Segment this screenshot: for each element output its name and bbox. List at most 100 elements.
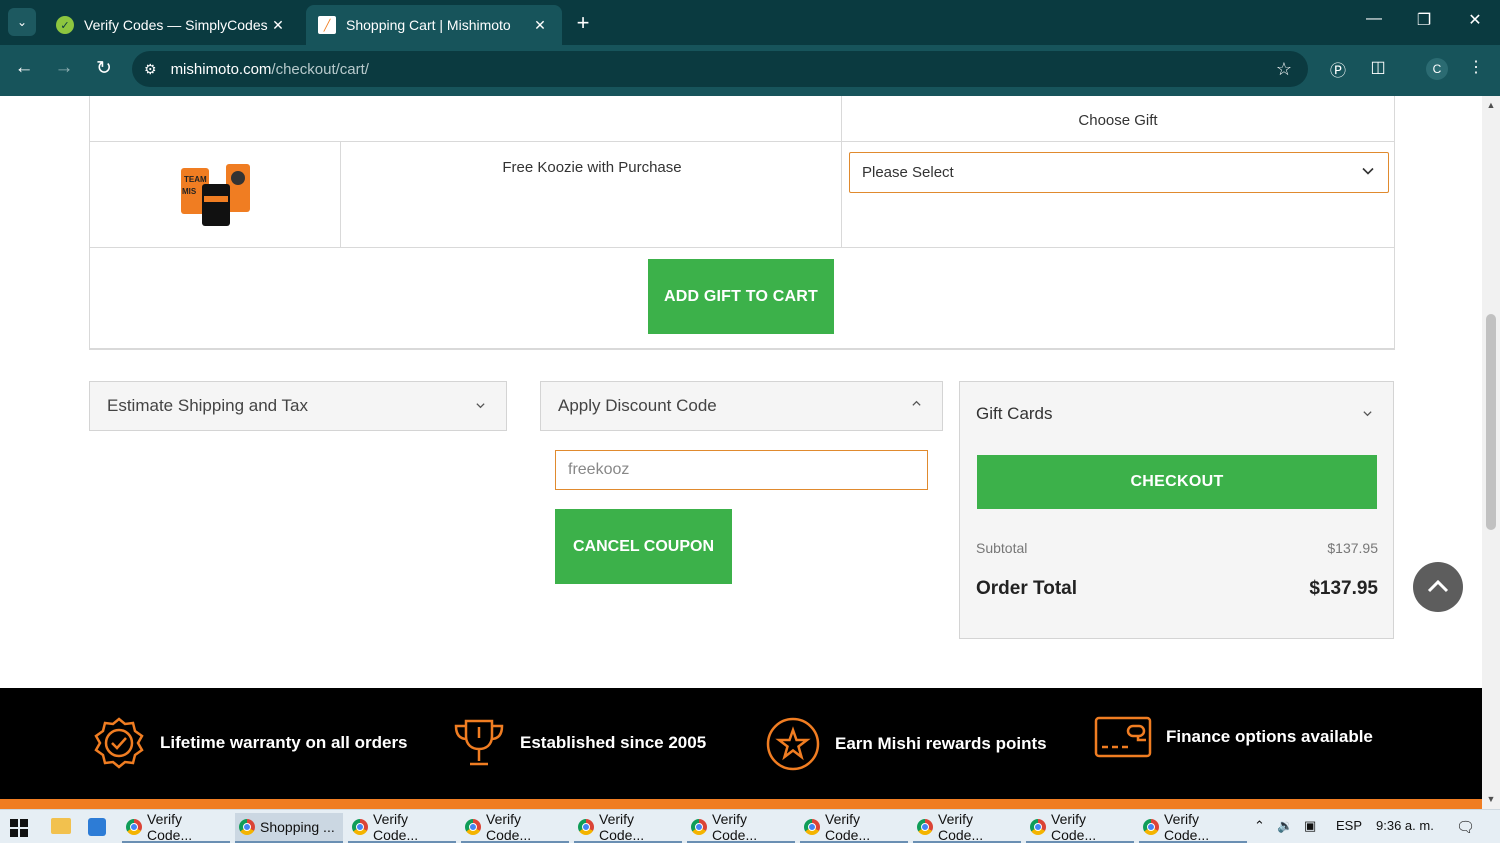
koozie-product-image: TEAM MIS xyxy=(181,164,250,226)
taskbar-app-label: Verify Code... xyxy=(825,811,871,843)
profile-avatar[interactable]: C xyxy=(1426,58,1448,80)
card-icon xyxy=(1094,716,1152,758)
taskbar-app-chrome[interactable]: Verify Code... xyxy=(687,811,795,843)
taskbar-app-chrome[interactable]: Verify Code... xyxy=(461,811,569,843)
order-total-value: $137.95 xyxy=(1309,578,1378,599)
checkout-button[interactable]: CHECKOUT xyxy=(977,455,1377,509)
chrome-icon xyxy=(917,819,933,835)
tab-title: Verify Codes — SimplyCodes xyxy=(84,17,268,33)
cancel-coupon-button[interactable]: CANCEL COUPON xyxy=(555,509,732,584)
subtotal-value: $137.95 xyxy=(1327,540,1378,556)
tab-shopping-cart[interactable]: ╱ Shopping Cart | Mishimoto ✕ xyxy=(306,5,562,45)
taskbar-app-label: Verify Code... xyxy=(712,811,758,843)
taskbar-app-chrome[interactable]: Verify Code... xyxy=(913,811,1021,843)
taskbar-app-label: Verify Code... xyxy=(486,811,532,843)
url-path: /checkout/cart/ xyxy=(271,60,369,78)
chrome-icon xyxy=(239,819,255,835)
table-divider xyxy=(90,247,1394,248)
forward-arrow-icon[interactable]: → xyxy=(50,57,78,79)
simplycodes-favicon-icon: ✓ xyxy=(56,16,74,34)
url-host: mishimoto.com xyxy=(170,60,272,78)
feature-rewards: Earn Mishi rewards points xyxy=(765,716,1047,772)
taskbar-app-chrome[interactable]: Verify Code... xyxy=(122,811,230,843)
clock[interactable]: 9:36 a. m. xyxy=(1376,818,1434,833)
window-close-icon[interactable]: ✕ xyxy=(1455,10,1495,30)
chevron-down-icon[interactable] xyxy=(1362,408,1373,419)
bookmark-star-icon[interactable]: ☆ xyxy=(1276,59,1292,80)
taskbar-app-chrome[interactable]: Shopping ... xyxy=(235,813,343,843)
discount-code-input[interactable] xyxy=(555,450,928,490)
chevron-up-icon xyxy=(912,400,921,406)
chevron-up-icon xyxy=(1427,579,1449,593)
gift-product-name: Free Koozie with Purchase xyxy=(502,159,682,176)
gift-cards-toggle[interactable]: Gift Cards xyxy=(976,404,1053,424)
taskbar-app-label: Verify Code... xyxy=(938,811,984,843)
add-gift-to-cart-button[interactable]: ADD GIFT TO CART xyxy=(648,259,834,334)
taskbar-app-chrome[interactable]: Verify Code... xyxy=(1026,811,1134,843)
chrome-icon xyxy=(804,819,820,835)
svg-text:MIS: MIS xyxy=(182,187,197,196)
taskbar-app-label: Verify Code... xyxy=(599,811,645,843)
page-scrollbar[interactable]: ▲ ▼ xyxy=(1482,96,1500,809)
feature-label: Earn Mishi rewards points xyxy=(835,734,1047,753)
site-settings-icon[interactable]: ⚙ xyxy=(144,61,157,78)
language-indicator[interactable]: ESP xyxy=(1336,818,1362,833)
apply-discount-label: Apply Discount Code xyxy=(558,396,717,415)
tray-overflow-icon[interactable]: ⌃ xyxy=(1254,818,1265,834)
footer-features: Lifetime warranty on all orders Establis… xyxy=(0,688,1482,809)
new-tab-icon[interactable]: + xyxy=(570,10,596,36)
chrome-icon xyxy=(352,819,368,835)
taskbar-app-label: Verify Code... xyxy=(1164,811,1210,843)
chrome-icon xyxy=(465,819,481,835)
subtotal-label: Subtotal xyxy=(976,540,1028,556)
taskbar-app-label: Verify Code... xyxy=(373,811,419,843)
network-icon[interactable]: ▣ xyxy=(1304,818,1316,834)
back-to-top-button[interactable] xyxy=(1413,562,1463,612)
estimate-shipping-toggle[interactable]: Estimate Shipping and Tax xyxy=(89,381,507,431)
store-icon[interactable] xyxy=(88,818,106,836)
volume-icon[interactable]: 🔉 xyxy=(1277,818,1293,834)
menu-kebab-icon[interactable]: ⋮ xyxy=(1463,57,1489,83)
apply-discount-toggle[interactable]: Apply Discount Code xyxy=(540,381,943,431)
taskbar-app-label: Verify Code... xyxy=(147,811,193,843)
scroll-down-icon[interactable]: ▼ xyxy=(1482,794,1500,804)
close-tab-icon[interactable]: ✕ xyxy=(530,17,550,34)
taskbar-app-chrome[interactable]: Verify Code... xyxy=(800,811,908,843)
back-arrow-icon[interactable]: ← xyxy=(10,57,38,79)
file-explorer-icon[interactable] xyxy=(51,818,71,834)
mishimoto-favicon-icon: ╱ xyxy=(318,16,336,34)
scroll-up-icon[interactable]: ▲ xyxy=(1482,100,1500,110)
chrome-icon xyxy=(1143,819,1159,835)
reload-icon[interactable]: ↻ xyxy=(90,57,118,80)
notifications-icon[interactable]: 🗨 xyxy=(1456,818,1475,836)
extension-w-icon[interactable]: Ⓟ xyxy=(1325,57,1351,83)
extensions-puzzle-icon[interactable]: ◫ xyxy=(1365,57,1391,83)
feature-established: Established since 2005 xyxy=(452,716,706,770)
address-bar[interactable]: ⚙ mishimoto.com/checkout/cart/ ☆ xyxy=(132,51,1308,87)
taskbar-app-chrome[interactable]: Verify Code... xyxy=(348,811,456,843)
star-circle-icon xyxy=(766,717,820,771)
taskbar-app-chrome[interactable]: Verify Code... xyxy=(1139,811,1247,843)
free-gift-table: Choose Gift TEAM MIS Free Koozie with Pu… xyxy=(89,96,1395,350)
feature-label: Finance options available xyxy=(1166,727,1373,746)
chrome-icon xyxy=(1030,819,1046,835)
restore-icon[interactable]: ❐ xyxy=(1404,10,1444,30)
chrome-icon xyxy=(126,819,142,835)
table-divider xyxy=(340,142,341,248)
minimize-icon[interactable]: — xyxy=(1354,10,1394,28)
scroll-thumb[interactable] xyxy=(1486,314,1496,530)
taskbar-app-chrome[interactable]: Verify Code... xyxy=(574,811,682,843)
footer-accent-bar xyxy=(0,799,1482,809)
close-tab-icon[interactable]: ✕ xyxy=(268,17,288,34)
windows-start-icon[interactable] xyxy=(10,819,28,837)
tab-verify-codes[interactable]: ✓ Verify Codes — SimplyCodes ✕ xyxy=(44,5,300,45)
tab-search-chevron-icon[interactable]: ⌄ xyxy=(8,8,36,36)
taskbar-app-label: Verify Code... xyxy=(1051,811,1097,843)
svg-text:TEAM: TEAM xyxy=(184,175,207,184)
estimate-shipping-label: Estimate Shipping and Tax xyxy=(107,396,308,415)
feature-label: Lifetime warranty on all orders xyxy=(160,733,408,752)
feature-finance: Finance options available xyxy=(1094,716,1373,758)
order-total-label: Order Total xyxy=(976,578,1077,599)
choose-gift-select[interactable]: Please Select xyxy=(849,152,1389,193)
chrome-icon xyxy=(578,819,594,835)
